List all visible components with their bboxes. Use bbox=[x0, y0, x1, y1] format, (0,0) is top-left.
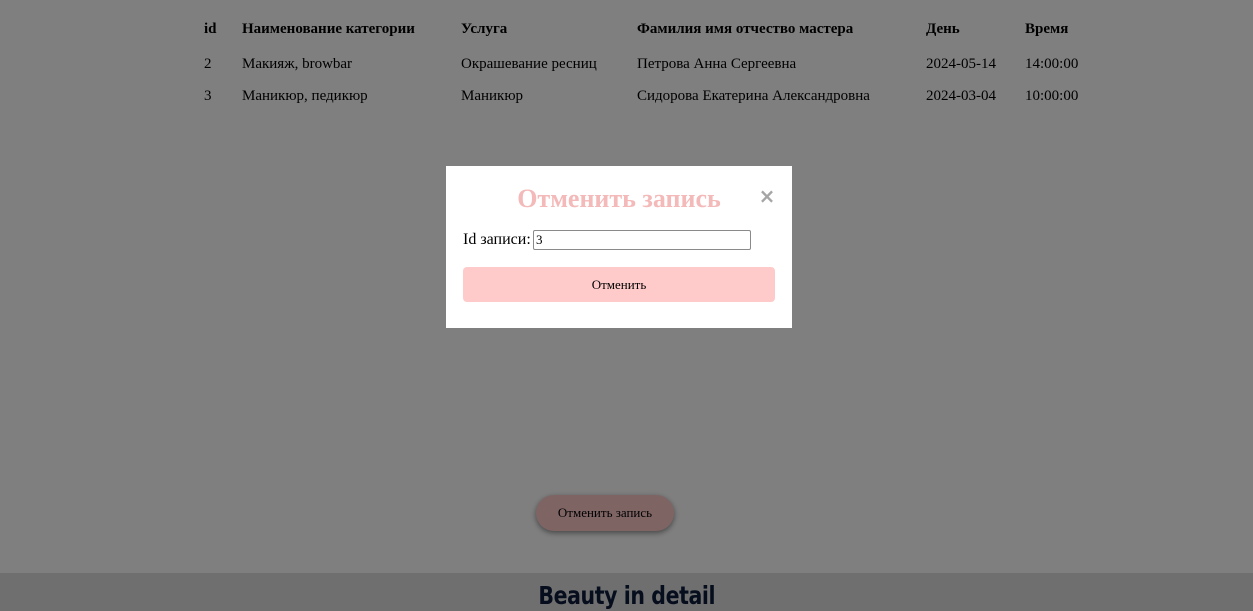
close-icon[interactable]: × bbox=[758, 185, 776, 207]
appointment-id-label: Id записи: bbox=[463, 231, 531, 248]
modal-backdrop[interactable]: Отменить запись × Id записи: Отменить bbox=[0, 0, 1253, 611]
appointment-id-input[interactable] bbox=[533, 230, 751, 250]
cancel-appointment-dialog: Отменить запись × Id записи: Отменить bbox=[446, 166, 792, 328]
dialog-title: Отменить запись bbox=[517, 184, 721, 213]
confirm-cancel-button[interactable]: Отменить bbox=[463, 267, 775, 302]
